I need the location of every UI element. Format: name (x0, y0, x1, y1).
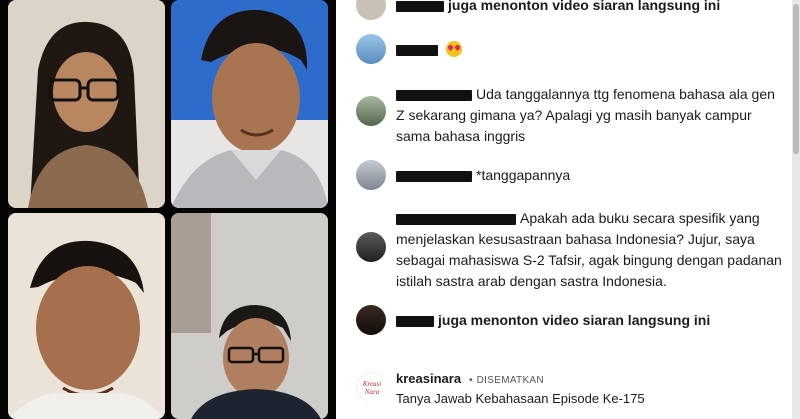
user-avatar[interactable] (356, 0, 386, 20)
comment-text (396, 39, 782, 60)
pinned-text: Tanya Jawab Kebahasaan Episode Ke-175 (396, 391, 645, 406)
kreasinara-logo-image: Kreasi Nara (358, 374, 386, 402)
pinned-tag: DISEMATKAN (476, 375, 544, 386)
comments-scrollbar[interactable] (792, 0, 800, 419)
kreasinara-logo[interactable]: Kreasi Nara (356, 372, 386, 402)
video-tile-participant-2 (171, 0, 328, 208)
live-comments-panel[interactable]: juga menonton video siaran langsung ini … (336, 0, 800, 419)
redacted-username (396, 213, 516, 225)
comment-text: juga menonton video siaran langsung ini (396, 310, 782, 331)
comment-text: Uda tanggalannya ttg fenomena bahasa ala… (396, 86, 775, 144)
pinned-separator: • (468, 375, 473, 386)
svg-text:Kreasi: Kreasi (362, 380, 381, 388)
pinned-username[interactable]: kreasinara (396, 371, 461, 386)
comments-scrollbar-thumb[interactable] (793, 4, 799, 154)
comment-text: juga menonton video siaran langsung ini (396, 0, 782, 16)
video-tile-participant-3 (8, 213, 165, 419)
comment-text: *tanggapannya (396, 165, 782, 186)
user-avatar[interactable] (356, 232, 386, 262)
user-avatar[interactable] (356, 34, 386, 64)
comment-text: Apakah ada buku secara spesifik yang men… (396, 210, 782, 289)
participant-4-image (171, 213, 328, 419)
participant-1-image (8, 0, 165, 208)
svg-text:Nara: Nara (364, 388, 380, 396)
redacted-username (396, 89, 472, 101)
redacted-username (396, 315, 434, 327)
video-tile-participant-1 (8, 0, 165, 208)
user-avatar[interactable] (356, 96, 386, 126)
video-tile-participant-4 (171, 213, 328, 419)
participant-3-image (8, 213, 165, 419)
redacted-username (396, 170, 472, 182)
live-video-grid (0, 0, 336, 419)
heart-eyes-emoji-icon (446, 41, 462, 57)
redacted-username (396, 0, 444, 12)
redacted-username (396, 44, 438, 56)
user-avatar[interactable] (356, 160, 386, 190)
user-avatar[interactable] (356, 305, 386, 335)
participant-2-image (171, 0, 328, 208)
